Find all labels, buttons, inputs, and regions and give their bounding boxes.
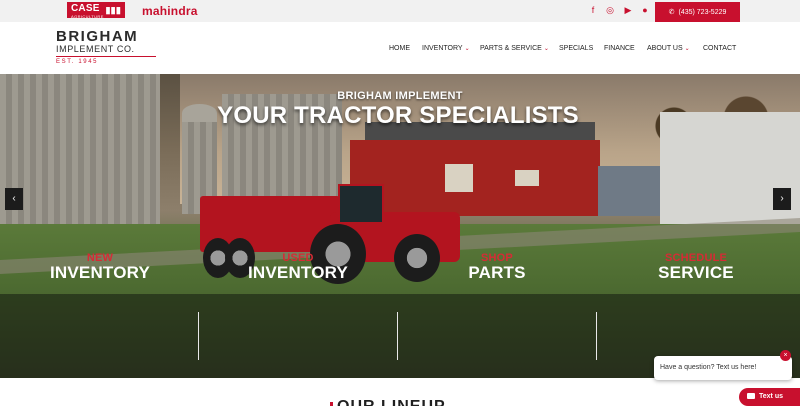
- chevron-left-icon: ‹: [12, 193, 16, 204]
- logo-name: BRIGHAM: [56, 28, 139, 45]
- hero-slider: BRIGHAM IMPLEMENT YOUR TRACTOR SPECIALIS…: [0, 74, 800, 378]
- text-us-button[interactable]: Text us: [739, 388, 800, 406]
- hero-white-barn: [660, 112, 800, 236]
- nav-home[interactable]: HOME: [389, 44, 410, 54]
- nav-finance-label: FINANCE: [604, 45, 635, 52]
- logo-sub: IMPLEMENT CO.: [56, 44, 135, 54]
- instagram-icon[interactable]: ◎: [604, 5, 616, 16]
- slider-next-button[interactable]: ›: [773, 188, 791, 210]
- hero-barn-window: [515, 170, 539, 186]
- cta-bottom-label: PARTS: [468, 263, 526, 282]
- chat-prompt[interactable]: Have a question? Text us here!: [654, 356, 792, 380]
- nav-specials-label: SPECIALS: [559, 45, 594, 52]
- chevron-down-icon: ⌄: [684, 46, 690, 52]
- hero-barn-door: [445, 164, 473, 192]
- cta-divider: [198, 312, 199, 360]
- lineup-section: OUR LINEUP: [0, 378, 800, 406]
- cta-bottom-label: INVENTORY: [247, 263, 349, 282]
- nav-parts-service[interactable]: PARTS & SERVICE ⌄: [480, 44, 549, 54]
- nav-contact-label: CONTACT: [703, 45, 737, 52]
- mahindra-logo[interactable]: mahindra: [142, 4, 198, 18]
- hero-title: YOUR TRACTOR SPECIALISTS: [217, 102, 579, 129]
- lineup-title: OUR LINEUP: [337, 398, 446, 406]
- hero-shed: [598, 166, 660, 216]
- nav-home-label: HOME: [389, 45, 410, 52]
- phone-icon: ✆: [668, 9, 675, 16]
- chevron-right-icon: ›: [780, 193, 784, 204]
- facebook-icon[interactable]: f: [587, 5, 599, 16]
- site-header: BRIGHAM IMPLEMENT CO. EST. 1945 HOME INV…: [0, 22, 800, 74]
- cta-divider: [596, 312, 597, 360]
- lineup-accent-bar: [330, 402, 333, 406]
- chat-bubble-icon: [747, 393, 755, 400]
- phone-number: (435) 723-5229: [678, 9, 727, 16]
- slider-prev-button[interactable]: ‹: [5, 188, 23, 210]
- nav-inventory[interactable]: INVENTORY ⌄: [422, 44, 470, 54]
- nav-specials[interactable]: SPECIALS: [559, 44, 593, 54]
- logo-divider: [56, 56, 156, 57]
- nav-finance[interactable]: FINANCE: [604, 44, 635, 54]
- brigham-logo[interactable]: BRIGHAM IMPLEMENT CO. EST. 1945: [56, 28, 166, 65]
- cta-schedule-service[interactable]: SCHEDULE SERVICE: [596, 252, 796, 282]
- chevron-down-icon: ⌄: [464, 46, 470, 52]
- top-bar: CASE ▮▮▮ AGRICULTURE mahindra f ◎ ▶ ● ✆(…: [0, 0, 800, 23]
- phone-button[interactable]: ✆ (435) 723-5229: [655, 2, 740, 23]
- nav-about-us-label: ABOUT US: [647, 45, 683, 52]
- nav-contact[interactable]: CONTACT: [703, 44, 736, 54]
- case-logo-text: CASE: [71, 3, 100, 14]
- cta-shop-parts[interactable]: SHOP PARTS: [397, 252, 597, 282]
- nav-inventory-label: INVENTORY: [422, 45, 463, 52]
- nav-parts-service-label: PARTS & SERVICE: [480, 45, 542, 52]
- youtube-icon[interactable]: ▶: [622, 5, 634, 16]
- hero-red-barn: [350, 140, 600, 216]
- cta-bottom-label: INVENTORY: [49, 263, 151, 282]
- hero-kicker: BRIGHAM IMPLEMENT: [337, 90, 463, 102]
- chevron-down-icon: ⌄: [543, 46, 549, 52]
- nav-about-us[interactable]: ABOUT US ⌄: [647, 44, 690, 54]
- chat-close-button[interactable]: ×: [780, 350, 791, 361]
- hero-tractor-cab: [338, 184, 384, 224]
- cta-used-inventory[interactable]: USED INVENTORY: [198, 252, 398, 282]
- text-us-label: Text us: [759, 393, 783, 400]
- case-bars-icon: ▮▮▮: [105, 5, 121, 15]
- case-agriculture-logo[interactable]: CASE ▮▮▮ AGRICULTURE: [67, 2, 125, 19]
- cta-new-inventory[interactable]: NEW INVENTORY: [0, 252, 200, 282]
- cta-divider: [397, 312, 398, 360]
- location-pin-icon[interactable]: ●: [639, 5, 651, 16]
- cta-bottom-label: SERVICE: [658, 263, 734, 282]
- logo-est: EST. 1945: [56, 59, 99, 65]
